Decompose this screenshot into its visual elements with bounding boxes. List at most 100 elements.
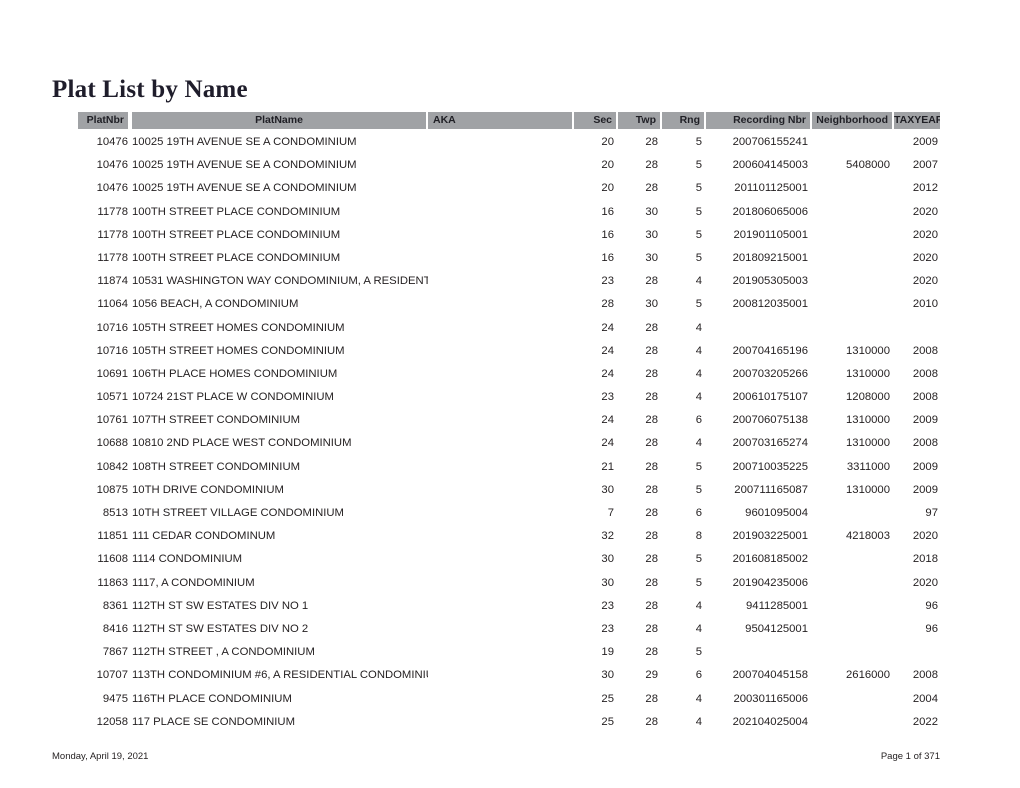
cell-platname: 106TH PLACE HOMES CONDOMINIUM — [132, 367, 338, 380]
cell-twp: 28 — [645, 599, 658, 612]
cell-twp: 28 — [645, 275, 658, 288]
cell-aka — [430, 529, 572, 544]
cell-platname: 116TH PLACE CONDOMINIUM — [132, 692, 292, 705]
cell-platnbr: 11608 — [97, 553, 128, 566]
table-row[interactable]: 11863 1117, A CONDOMINIUM 30 28 5 20190423500… — [52, 576, 940, 599]
cell-neighborhood: 5408000 — [846, 159, 890, 172]
cell-platname: 10025 19TH AVENUE SE A CONDOMINIUM — [132, 182, 357, 195]
table-row[interactable]: 10716 105TH STREET HOMES CONDOMINIUM 24 28 4 — [52, 321, 940, 344]
cell-sec: 30 — [601, 483, 614, 496]
cell-aka — [430, 228, 572, 243]
cell-taxyear: 2008 — [912, 437, 938, 450]
cell-taxyear: 2022 — [912, 715, 938, 728]
cell-platname: 100TH STREET PLACE CONDOMINIUM — [132, 228, 341, 241]
cell-platname: 100TH STREET PLACE CONDOMINIUM — [132, 251, 341, 264]
table-row[interactable]: 10476 10025 19TH AVENUE SE A CONDOMINIUM 2… — [52, 158, 940, 181]
cell-platnbr: 11863 — [97, 576, 128, 589]
cell-rng: 4 — [695, 321, 702, 334]
cell-twp: 29 — [645, 669, 658, 682]
cell-neighborhood: 1310000 — [846, 414, 890, 427]
cell-sec: 30 — [601, 553, 614, 566]
table-row[interactable]: 10707 113TH CONDOMINIUM #6, A RESIDENTIAL… — [52, 668, 940, 691]
cell-platname: 1056 BEACH, A CONDOMINIUM — [132, 298, 299, 311]
cell-rng: 5 — [695, 553, 702, 566]
column-header-taxyear[interactable]: TAXYEAR — [894, 112, 940, 129]
cell-neighborhood — [810, 135, 890, 150]
cell-rng: 4 — [695, 391, 702, 404]
cell-recordingnbr: 200812035001 — [732, 298, 808, 311]
cell-rng: 5 — [695, 460, 702, 473]
table-row[interactable]: 10875 10TH DRIVE CONDOMINIUM 30 28 5 20071116… — [52, 483, 940, 506]
cell-sec: 16 — [601, 228, 614, 241]
table-row[interactable]: 10691 106TH PLACE HOMES CONDOMINIUM 24 28 4 2… — [52, 367, 940, 390]
cell-sec: 20 — [601, 182, 614, 195]
cell-rng: 5 — [695, 646, 702, 659]
table-row[interactable]: 10842 108TH STREET CONDOMINIUM 21 28 5 200710… — [52, 460, 940, 483]
table-row[interactable]: 8416 112TH ST SW ESTATES DIV NO 2 23 28 4 950… — [52, 622, 940, 645]
table-row[interactable]: 8361 112TH ST SW ESTATES DIV NO 1 23 28 4 941… — [52, 599, 940, 622]
report-page: Plat List by Name PlatNbr PlatName AKA S… — [0, 0, 1020, 788]
cell-platname: 105TH STREET HOMES CONDOMINIUM — [132, 321, 345, 334]
cell-sec: 28 — [601, 298, 614, 311]
cell-recordingnbr: 9504125001 — [745, 622, 808, 635]
column-header-twp[interactable]: Twp — [618, 112, 660, 129]
table-row[interactable]: 9475 116TH PLACE CONDOMINIUM 25 28 4 20030116… — [52, 692, 940, 715]
cell-sec: 7 — [607, 507, 614, 519]
table-row[interactable]: 10761 107TH STREET CONDOMINIUM 24 28 6 200706… — [52, 413, 940, 436]
column-header-recording-nbr[interactable]: Recording Nbr — [706, 112, 810, 129]
cell-aka — [430, 715, 572, 730]
table-row[interactable]: 11064 1056 BEACH, A CONDOMINIUM 28 30 5 20081… — [52, 297, 940, 320]
cell-rng: 8 — [695, 530, 702, 543]
table-row[interactable]: 10716 105TH STREET HOMES CONDOMINIUM 24 28 4… — [52, 344, 940, 367]
cell-sec: 24 — [601, 367, 614, 380]
column-header-aka[interactable]: AKA — [428, 112, 572, 129]
cell-platnbr: 11778 — [97, 205, 128, 218]
cell-neighborhood: 1310000 — [846, 367, 890, 380]
table-row[interactable]: 12058 117 PLACE SE CONDOMINIUM 25 28 4 202104… — [52, 715, 940, 738]
cell-neighborhood — [810, 622, 890, 637]
cell-taxyear: 2008 — [912, 367, 938, 380]
cell-platnbr: 8513 — [102, 507, 128, 519]
cell-taxyear: 2009 — [912, 460, 938, 473]
table-row[interactable]: 7867 112TH STREET , A CONDOMINIUM 19 28 5 — [52, 645, 940, 668]
table-row[interactable]: 10688 10810 2ND PLACE WEST CONDOMINIUM 24 2… — [52, 436, 940, 459]
footer-page-number: Page 1 of 371 — [880, 751, 940, 762]
column-header-platname[interactable]: PlatName — [132, 112, 426, 129]
table-row[interactable]: 10476 10025 19TH AVENUE SE A CONDOMINIUM 2… — [52, 135, 940, 158]
column-header-rng[interactable]: Rng — [662, 112, 704, 129]
table-row[interactable]: 11851 111 CEDAR CONDOMINUM 32 28 8 2019032250… — [52, 529, 940, 552]
cell-aka — [430, 599, 572, 614]
cell-platnbr: 11851 — [97, 530, 128, 543]
cell-twp: 28 — [645, 414, 658, 427]
cell-sec: 20 — [601, 159, 614, 172]
table-row[interactable]: 11778 100TH STREET PLACE CONDOMINIUM 16 30 5… — [52, 205, 940, 228]
page-title: Plat List by Name — [52, 76, 248, 103]
cell-neighborhood — [810, 506, 890, 521]
cell-taxyear: 2008 — [912, 344, 938, 357]
cell-neighborhood — [810, 645, 890, 660]
table-row[interactable]: 11874 10531 WASHINGTON WAY CONDOMINIUM, A… — [52, 274, 940, 297]
cell-neighborhood — [810, 715, 890, 730]
table-row[interactable]: 11778 100TH STREET PLACE CONDOMINIUM 16 30 5… — [52, 251, 940, 274]
cell-aka — [430, 344, 572, 359]
cell-platnbr: 10571 — [96, 391, 128, 404]
table-row[interactable]: 8513 10TH STREET VILLAGE CONDOMINIUM 7 28 6 9… — [52, 506, 940, 529]
cell-recordingnbr: 200604145003 — [732, 159, 808, 172]
cell-neighborhood — [810, 692, 890, 707]
cell-rng: 6 — [695, 414, 702, 427]
cell-neighborhood: 1310000 — [846, 437, 890, 450]
column-header-neighborhood[interactable]: Neighborhood — [812, 112, 892, 129]
cell-platname: 111 CEDAR CONDOMINUM — [132, 530, 276, 543]
table-row[interactable]: 10476 10025 19TH AVENUE SE A CONDOMINIUM 2… — [52, 181, 940, 204]
cell-platnbr: 10691 — [96, 367, 128, 380]
column-header-sec[interactable]: Sec — [574, 112, 616, 129]
table-row[interactable]: 10571 10724 21ST PLACE W CONDOMINIUM 23 28 4… — [52, 390, 940, 413]
cell-twp: 30 — [645, 298, 658, 311]
cell-aka — [430, 668, 572, 683]
table-row[interactable]: 11608 1114 CONDOMINIUM 30 28 5 201608185002 20… — [52, 552, 940, 575]
cell-platname: 117 PLACE SE CONDOMINIUM — [132, 715, 296, 728]
cell-taxyear: 2007 — [912, 159, 938, 172]
table-row[interactable]: 11778 100TH STREET PLACE CONDOMINIUM 16 30 5… — [52, 228, 940, 251]
column-header-platnbr[interactable]: PlatNbr — [78, 112, 128, 129]
cell-sec: 24 — [601, 414, 614, 427]
